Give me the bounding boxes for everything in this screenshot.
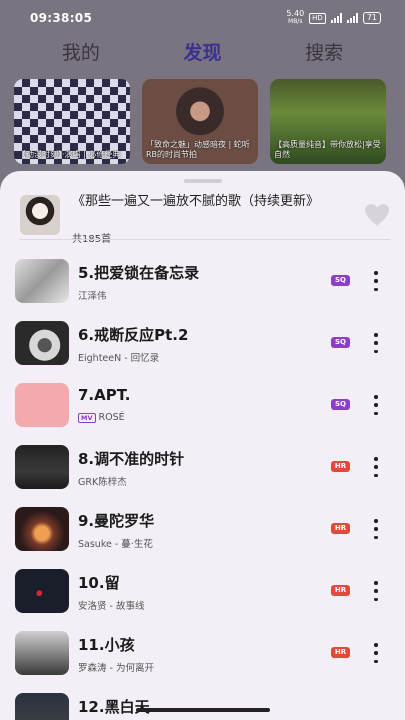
- song-row[interactable]: 5.把爱锁在备忘录 江泽伟 SQ: [0, 259, 405, 321]
- playlist-header: 《那些一遍又一遍放不腻的歌（持续更新》 共185首: [20, 193, 390, 245]
- more-vertical-icon[interactable]: [370, 581, 382, 601]
- banner-card[interactable]: 【高质量纯音】带你放松|享受自然: [270, 79, 386, 164]
- song-title: 9.曼陀罗华: [78, 512, 155, 530]
- song-artist: MV ROSÉ: [78, 412, 125, 423]
- quality-badge: HR: [331, 461, 350, 472]
- quality-badge: HR: [331, 585, 350, 596]
- more-vertical-icon[interactable]: [370, 519, 382, 539]
- banner-caption: 【高质量纯音】带你放松|享受自然: [274, 140, 381, 159]
- status-bar: 09:38:05 5.40 MB/s HD 71: [0, 0, 405, 36]
- song-row[interactable]: 6.戒断反应Pt.2 EighteeN - 回忆录 SQ: [0, 321, 405, 383]
- song-artist: 罗森涛 - 为何离开: [78, 663, 154, 674]
- quality-badge: HR: [331, 523, 350, 534]
- quality-badge: SQ: [331, 337, 350, 348]
- signal-icon: [330, 13, 342, 23]
- divider: [20, 239, 390, 240]
- song-title: 11.小孩: [78, 636, 135, 654]
- song-row[interactable]: 10.留 安洛贤 - 故事线 HR: [0, 569, 405, 631]
- song-title: 10.留: [78, 574, 120, 592]
- song-title: 6.戒断反应Pt.2: [78, 326, 189, 344]
- song-cover: [15, 631, 69, 675]
- quality-badge: HR: [331, 647, 350, 658]
- banner-card[interactable]: 「致命之魅」动感暗夜 | 蛇听RB的时尚节拍: [142, 79, 258, 164]
- playlist-title: 《那些一遍又一遍放不腻的歌（持续更新》: [72, 194, 320, 209]
- banner-caption: 「致命之魅」动感暗夜 | 蛇听RB的时尚节拍: [146, 140, 250, 159]
- more-vertical-icon[interactable]: [370, 333, 382, 353]
- tab-mine[interactable]: 我的: [62, 38, 100, 65]
- hd-icon: HD: [309, 12, 326, 24]
- song-artist: Sasuke - 蔓·生花: [78, 539, 153, 550]
- heart-icon[interactable]: [364, 203, 390, 227]
- song-title: 7.APT.: [78, 386, 131, 404]
- more-vertical-icon[interactable]: [370, 457, 382, 477]
- banner-caption: 【动漫时刻】·演唱 | 必修经典: [18, 150, 121, 159]
- battery-icon: 71: [362, 12, 381, 24]
- song-row[interactable]: 7.APT. MV ROSÉ SQ: [0, 383, 405, 445]
- network-speed: 5.40 MB/s: [286, 9, 305, 26]
- playlist-sheet: 《那些一遍又一遍放不腻的歌（持续更新》 共185首 5.把爱锁在备忘录 江泽伟 …: [0, 171, 405, 720]
- song-cover: [15, 383, 69, 427]
- song-cover: [15, 259, 69, 303]
- song-row[interactable]: 12.黑白天: [0, 693, 405, 720]
- song-cover: [15, 569, 69, 613]
- more-vertical-icon[interactable]: [370, 395, 382, 415]
- song-artist: EighteeN - 回忆录: [78, 353, 160, 364]
- tab-discover[interactable]: 发现: [183, 38, 221, 65]
- banner-card[interactable]: 【动漫时刻】·演唱 | 必修经典: [14, 79, 130, 164]
- playlist-cover: [20, 195, 60, 235]
- song-title: 12.黑白天: [78, 698, 150, 716]
- status-time: 09:38:05: [30, 11, 93, 25]
- song-cover: [15, 321, 69, 365]
- quality-badge: SQ: [331, 275, 350, 286]
- song-artist: GRK陈梓杰: [78, 477, 127, 488]
- song-artist: 江泽伟: [78, 291, 107, 302]
- home-indicator[interactable]: [136, 708, 270, 712]
- quality-badge: SQ: [331, 399, 350, 410]
- song-title: 5.把爱锁在备忘录: [78, 264, 200, 282]
- song-cover: [15, 445, 69, 489]
- sheet-drag-handle[interactable]: [184, 179, 222, 183]
- mv-badge[interactable]: MV: [78, 412, 96, 423]
- top-tab-bar: 我的 发现 搜索: [0, 38, 405, 65]
- song-title: 8.调不准的时针: [78, 450, 185, 468]
- signal-icon: [346, 13, 358, 23]
- song-cover: [15, 693, 69, 720]
- song-list: 5.把爱锁在备忘录 江泽伟 SQ 6.戒断反应Pt.2 EighteeN - 回…: [0, 259, 405, 720]
- playlist-count: 共185首: [72, 230, 111, 245]
- banner-carousel: 【动漫时刻】·演唱 | 必修经典 「致命之魅」动感暗夜 | 蛇听RB的时尚节拍 …: [14, 79, 386, 164]
- song-row[interactable]: 9.曼陀罗华 Sasuke - 蔓·生花 HR: [0, 507, 405, 569]
- status-icons: 5.40 MB/s HD 71: [286, 10, 381, 26]
- song-cover: [15, 507, 69, 551]
- more-vertical-icon[interactable]: [370, 271, 382, 291]
- more-vertical-icon[interactable]: [370, 643, 382, 663]
- song-row[interactable]: 8.调不准的时针 GRK陈梓杰 HR: [0, 445, 405, 507]
- tab-search[interactable]: 搜索: [305, 38, 343, 65]
- song-row[interactable]: 11.小孩 罗森涛 - 为何离开 HR: [0, 631, 405, 693]
- song-artist: 安洛贤 - 故事线: [78, 601, 145, 612]
